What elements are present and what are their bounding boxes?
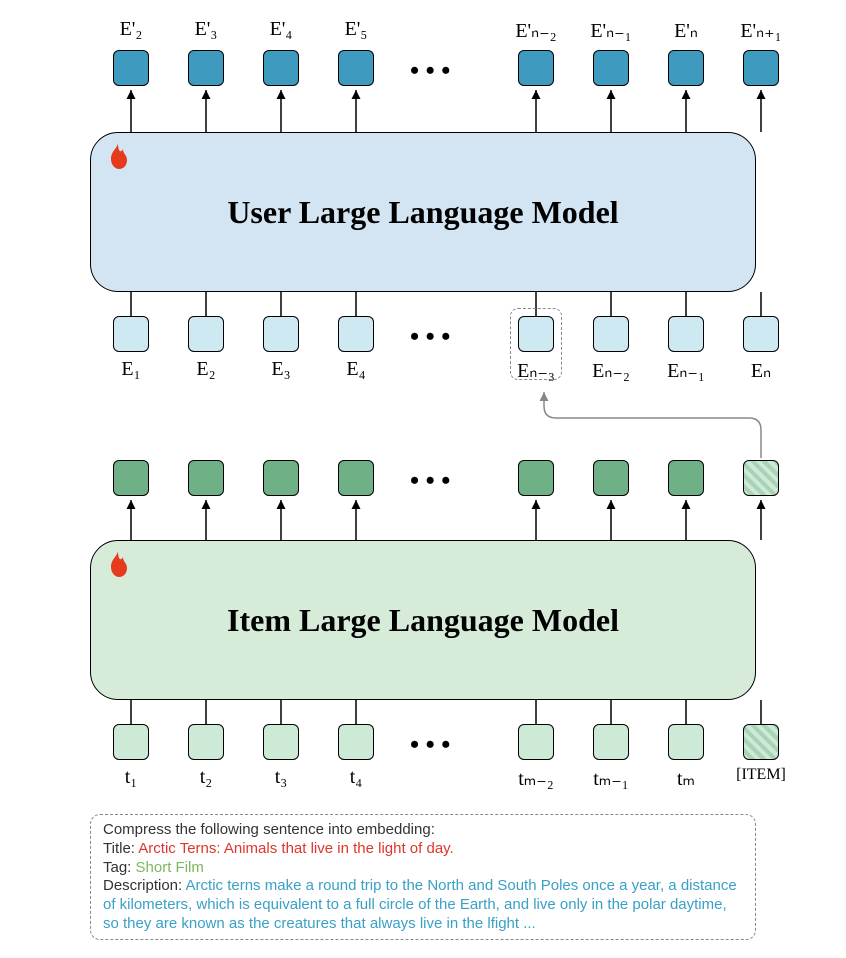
top-out-label: E'₃	[176, 18, 236, 41]
output-embedding-box	[188, 50, 224, 86]
bottom-token-label: [ITEM]	[723, 766, 799, 784]
top-out-label: E'₄	[251, 18, 311, 41]
input-embedding-box	[188, 316, 224, 352]
prompt-title-line: Title: Arctic Terns: Animals that live i…	[103, 840, 743, 859]
bottom-token-label: t₄	[326, 766, 386, 789]
top-out-label: E'ₙ₊₁	[731, 18, 791, 43]
user-llm-title: User Large Language Model	[227, 194, 618, 231]
token-box	[338, 724, 374, 760]
output-embedding-box	[113, 50, 149, 86]
input-embedding-box	[668, 316, 704, 352]
token-box	[113, 724, 149, 760]
ellipsis: • • •	[410, 730, 450, 760]
top-out-label: E'₅	[326, 18, 386, 41]
item-output-box	[668, 460, 704, 496]
token-box	[188, 724, 224, 760]
fire-icon	[105, 143, 131, 178]
bottom-token-label: tₘ	[656, 766, 716, 791]
mid-in-label: E₄	[326, 358, 386, 381]
input-embedding-box	[113, 316, 149, 352]
prompt-desc-line: Description: Arctic terns make a round t…	[103, 877, 743, 933]
item-output-box	[188, 460, 224, 496]
output-embedding-box	[263, 50, 299, 86]
token-box	[593, 724, 629, 760]
output-embedding-box	[593, 50, 629, 86]
input-embedding-box	[338, 316, 374, 352]
ellipsis: • • •	[410, 466, 450, 496]
output-embedding-box	[668, 50, 704, 86]
fire-icon	[105, 551, 131, 586]
ellipsis: • • •	[410, 322, 450, 352]
user-llm-block: User Large Language Model	[90, 132, 756, 292]
input-embedding-box	[518, 316, 554, 352]
input-embedding-box	[743, 316, 779, 352]
item-output-box	[518, 460, 554, 496]
bottom-token-label: t₁	[101, 766, 161, 789]
token-box	[668, 724, 704, 760]
output-embedding-box	[518, 50, 554, 86]
bottom-token-label: tₘ₋₂	[506, 766, 566, 791]
mid-in-label: Eₙ₋₃	[506, 358, 566, 383]
item-to-user-embedding-arrow	[544, 392, 761, 458]
token-box	[518, 724, 554, 760]
bottom-token-label: t₂	[176, 766, 236, 789]
item-output-box	[113, 460, 149, 496]
token-box	[263, 724, 299, 760]
mid-in-label: Eₙ₋₂	[581, 358, 641, 383]
item-llm-block: Item Large Language Model	[90, 540, 756, 700]
mid-in-label: E₂	[176, 358, 236, 381]
bottom-token-label: tₘ₋₁	[581, 766, 641, 791]
mid-in-label: E₁	[101, 358, 161, 381]
mid-in-label: E₃	[251, 358, 311, 381]
mid-in-label: Eₙ	[731, 358, 791, 383]
item-output-box	[593, 460, 629, 496]
item-output-box	[338, 460, 374, 496]
top-out-label: E'ₙ	[656, 18, 716, 43]
token-box-item-special	[743, 724, 779, 760]
prompt-tag-line: Tag: Short Film	[103, 859, 743, 878]
item-output-box	[263, 460, 299, 496]
top-out-label: E'ₙ₋₁	[581, 18, 641, 43]
bottom-token-label: t₃	[251, 766, 311, 789]
prompt-text-panel: Compress the following sentence into emb…	[90, 814, 756, 940]
input-embedding-box	[593, 316, 629, 352]
top-out-label: E'₂	[101, 18, 161, 41]
output-embedding-box	[743, 50, 779, 86]
prompt-instruction: Compress the following sentence into emb…	[103, 821, 743, 840]
top-out-label: E'ₙ₋₂	[506, 18, 566, 43]
output-embedding-box	[338, 50, 374, 86]
mid-in-label: Eₙ₋₁	[656, 358, 716, 383]
ellipsis: • • •	[410, 56, 450, 86]
input-embedding-box	[263, 316, 299, 352]
item-output-box-item-token	[743, 460, 779, 496]
item-llm-title: Item Large Language Model	[227, 602, 619, 639]
diagram-canvas: E'₂ E'₃ E'₄ E'₅ E'ₙ₋₂ E'ₙ₋₁ E'ₙ E'ₙ₊₁ • …	[0, 0, 846, 958]
